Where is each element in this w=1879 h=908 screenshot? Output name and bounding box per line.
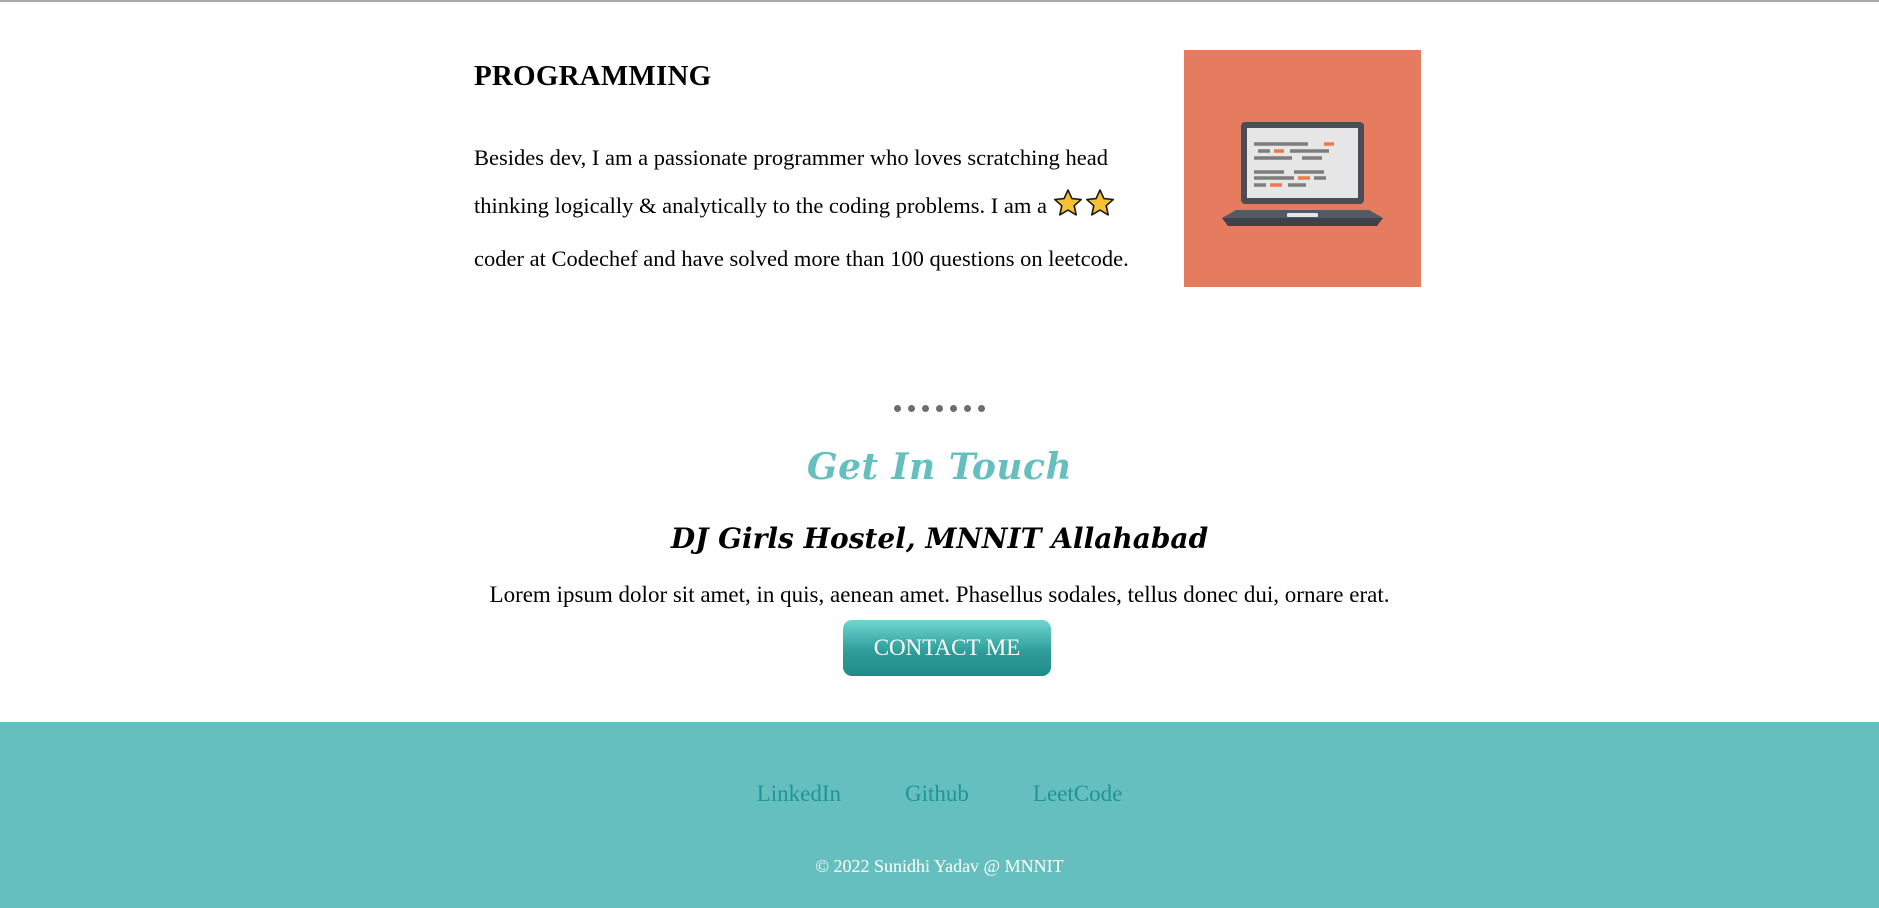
contact-description: Lorem ipsum dolor sit amet, in quis, aen… xyxy=(489,582,1390,607)
get-in-touch-title: Get In Touch xyxy=(806,446,1073,488)
star-rating xyxy=(1053,187,1117,235)
linkedin-link[interactable]: LinkedIn xyxy=(757,781,841,807)
programming-text-part1: Besides dev, I am a passionate programme… xyxy=(474,145,1108,218)
programming-description: Besides dev, I am a passionate programme… xyxy=(474,134,1154,283)
laptop-code-icon xyxy=(1222,122,1383,226)
leetcode-link[interactable]: LeetCode xyxy=(1033,781,1122,807)
star-icon xyxy=(1053,189,1082,216)
footer-links: LinkedIn Github LeetCode xyxy=(0,781,1879,807)
copyright-text: © 2022 Sunidhi Yadav @ MNNIT xyxy=(815,856,1064,876)
programming-title: PROGRAMMING xyxy=(474,60,712,92)
contact-me-button[interactable]: CONTACT ME xyxy=(843,620,1051,676)
dots-separator xyxy=(0,405,1879,412)
footer: LinkedIn Github LeetCode © 2022 Sunidhi … xyxy=(0,722,1879,908)
star-icon xyxy=(1085,189,1114,216)
programming-text-part2: coder at Codechef and have solved more t… xyxy=(474,246,1129,271)
top-border xyxy=(0,0,1879,2)
contact-address: DJ Girls Hostel, MNNIT Allahabad xyxy=(670,522,1209,555)
laptop-code-image xyxy=(1184,50,1421,287)
github-link[interactable]: Github xyxy=(905,781,969,807)
